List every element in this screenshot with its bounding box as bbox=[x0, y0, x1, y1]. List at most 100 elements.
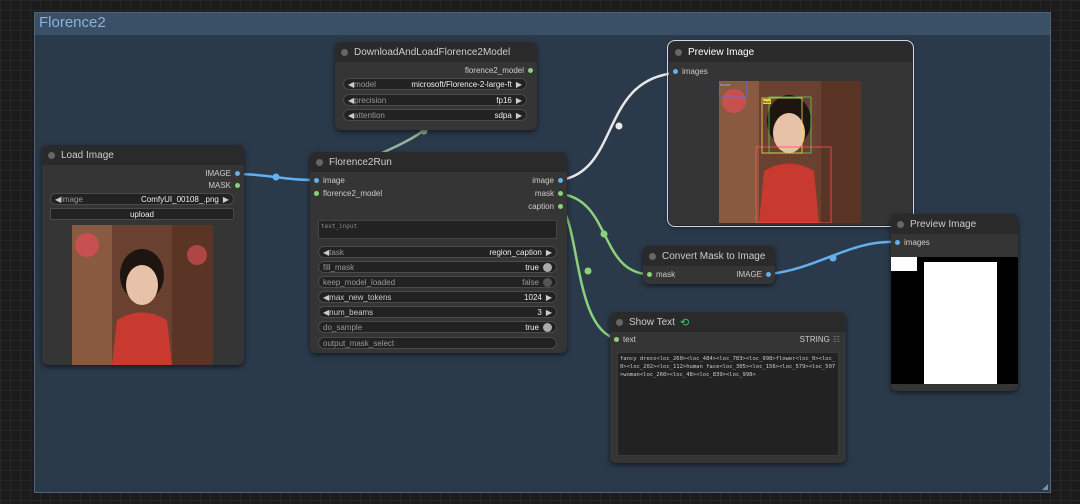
mask-output[interactable]: mask bbox=[535, 189, 567, 198]
convert-mask-node[interactable]: Convert Mask to Image mask IMAGE bbox=[643, 246, 775, 284]
input-dot-icon[interactable] bbox=[673, 69, 678, 74]
florence2run-node[interactable]: Florence2Run image florence2_model image… bbox=[310, 152, 567, 353]
input-dot-icon[interactable] bbox=[614, 337, 619, 342]
collapse-dot-icon[interactable] bbox=[48, 151, 55, 159]
num-beams-input[interactable]: ◀ num_beams 3 ▶ bbox=[318, 306, 557, 318]
images-input-label: images bbox=[904, 238, 930, 247]
keep-model-loaded-value: false bbox=[522, 277, 539, 287]
collapse-dot-icon[interactable] bbox=[316, 158, 323, 166]
max-new-tokens-value: 1024 bbox=[524, 292, 542, 302]
load-image-title: Load Image bbox=[61, 149, 114, 161]
download-model-output[interactable]: florence2_model bbox=[465, 66, 537, 75]
mask-input[interactable]: mask bbox=[643, 270, 675, 279]
loaded-image-thumbnail bbox=[72, 225, 213, 365]
do-sample-label: do_sample bbox=[323, 322, 363, 332]
load-image-title-bar[interactable]: Load Image bbox=[42, 145, 244, 165]
output-dot-icon[interactable] bbox=[558, 191, 563, 196]
show-text-output-area[interactable]: fancy dress<loc_260><loc_484><loc_783><l… bbox=[617, 352, 839, 456]
model-value: microsoft/Florence-2-large-ft bbox=[411, 79, 512, 89]
toggle-off-icon[interactable] bbox=[543, 277, 552, 287]
image-output[interactable]: IMAGE bbox=[736, 270, 775, 279]
images-input[interactable]: images bbox=[669, 67, 708, 76]
download-model-node[interactable]: DownloadAndLoadFlorence2Model florence2_… bbox=[335, 42, 537, 130]
preview1-title: Preview Image bbox=[688, 46, 755, 58]
arrow-right-icon[interactable]: ▶ bbox=[516, 80, 522, 89]
download-model-title-bar[interactable]: DownloadAndLoadFlorence2Model bbox=[335, 42, 537, 62]
collapse-dot-icon[interactable] bbox=[897, 220, 904, 228]
keep-model-loaded-label: keep_model_loaded bbox=[323, 277, 396, 287]
collapse-dot-icon[interactable] bbox=[649, 252, 656, 260]
input-dot-icon[interactable] bbox=[895, 240, 900, 245]
image-output[interactable]: IMAGE bbox=[205, 169, 244, 178]
output-dot-icon[interactable] bbox=[558, 204, 563, 209]
arrow-right-icon[interactable]: ▶ bbox=[516, 96, 522, 105]
input-dot-icon[interactable] bbox=[314, 191, 319, 196]
florence2run-title-bar[interactable]: Florence2Run bbox=[310, 152, 567, 172]
do-sample-toggle[interactable]: do_sample true bbox=[318, 321, 557, 333]
download-model-title: DownloadAndLoadFlorence2Model bbox=[354, 46, 511, 58]
arrow-right-icon[interactable]: ▶ bbox=[546, 308, 552, 317]
image-select-label: image bbox=[61, 194, 83, 204]
model-select[interactable]: ◀ model microsoft/Florence-2-large-ft ▶ bbox=[343, 78, 527, 90]
preview-image-node-1[interactable]: Preview Image images flower face bbox=[667, 40, 914, 227]
output-dot-icon[interactable] bbox=[528, 68, 533, 73]
toggle-on-icon[interactable] bbox=[543, 322, 552, 332]
attention-select[interactable]: ◀ attention sdpa ▶ bbox=[343, 109, 527, 121]
caption-text: fancy dress<loc_260><loc_484><loc_783><l… bbox=[620, 356, 836, 378]
collapse-dot-icon[interactable] bbox=[616, 318, 623, 326]
fill-mask-toggle[interactable]: fill_mask true bbox=[318, 261, 557, 273]
image-output-label: IMAGE bbox=[205, 169, 231, 178]
load-image-node[interactable]: Load Image IMAGE MASK ◀ image ComfyUI_00… bbox=[42, 145, 244, 365]
input-dot-icon[interactable] bbox=[314, 178, 319, 183]
output-dot-icon[interactable] bbox=[558, 178, 563, 183]
arrow-right-icon[interactable]: ▶ bbox=[223, 195, 229, 204]
arrow-right-icon[interactable]: ▶ bbox=[516, 111, 522, 120]
images-input[interactable]: images bbox=[891, 238, 930, 247]
text-input-area[interactable]: text_input bbox=[318, 220, 557, 239]
model-input[interactable]: florence2_model bbox=[310, 189, 382, 198]
convert-mask-title-bar[interactable]: Convert Mask to Image bbox=[643, 246, 775, 266]
collapse-dot-icon[interactable] bbox=[675, 48, 682, 56]
output-dot-icon[interactable] bbox=[235, 171, 240, 176]
preview1-title-bar[interactable]: Preview Image bbox=[669, 42, 912, 62]
caption-output[interactable]: caption bbox=[528, 202, 567, 211]
keep-model-loaded-toggle[interactable]: keep_model_loaded false bbox=[318, 276, 557, 288]
upload-label: upload bbox=[129, 209, 155, 219]
max-new-tokens-input[interactable]: ◀ max_new_tokens 1024 ▶ bbox=[318, 291, 557, 303]
string-output-label: STRING bbox=[799, 335, 830, 344]
grid-icon: ☷ bbox=[832, 335, 840, 344]
arrow-right-icon[interactable]: ▶ bbox=[546, 248, 552, 257]
preview-image-node-2[interactable]: Preview Image images bbox=[891, 214, 1018, 391]
text-input[interactable]: text bbox=[610, 335, 636, 344]
model-label: model bbox=[354, 79, 376, 89]
image-output[interactable]: image bbox=[532, 176, 567, 185]
precision-value: fp16 bbox=[496, 95, 512, 105]
mask-output[interactable]: MASK bbox=[208, 181, 244, 190]
image-input[interactable]: image bbox=[310, 176, 345, 185]
preview2-title: Preview Image bbox=[910, 218, 977, 230]
output-dot-icon[interactable] bbox=[235, 183, 240, 188]
convert-mask-title: Convert Mask to Image bbox=[662, 250, 766, 262]
show-text-title: Show Text bbox=[629, 316, 675, 328]
output-mask-select-input[interactable]: output_mask_select bbox=[318, 337, 557, 349]
arrow-right-icon[interactable]: ▶ bbox=[546, 293, 552, 302]
show-text-title-bar[interactable]: Show Text ⟲ bbox=[610, 312, 846, 332]
run-mask-output-label: mask bbox=[534, 189, 554, 198]
output-mask-select-label: output_mask_select bbox=[323, 338, 395, 348]
precision-select[interactable]: ◀ precision fp16 ▶ bbox=[343, 94, 527, 106]
task-label: task bbox=[329, 247, 344, 257]
collapse-dot-icon[interactable] bbox=[341, 48, 348, 56]
toggle-on-icon[interactable] bbox=[543, 262, 552, 272]
show-text-node[interactable]: Show Text ⟲ text STRING ☷ fancy dress<lo… bbox=[610, 312, 846, 463]
string-output[interactable]: STRING ☷ bbox=[800, 335, 840, 344]
link-converted-midpoint bbox=[829, 254, 837, 262]
upload-button[interactable]: upload bbox=[50, 208, 234, 220]
input-dot-icon[interactable] bbox=[647, 272, 652, 277]
mask-output-label: MASK bbox=[208, 181, 231, 190]
preview2-title-bar[interactable]: Preview Image bbox=[891, 214, 1018, 234]
num-beams-value: 3 bbox=[537, 307, 542, 317]
output-dot-icon[interactable] bbox=[766, 272, 771, 277]
task-select[interactable]: ◀ task region_caption ▶ bbox=[318, 246, 557, 258]
image-select[interactable]: ◀ image ComfyUI_00108_.png ▶ bbox=[50, 193, 234, 205]
fill-mask-label: fill_mask bbox=[323, 262, 355, 272]
